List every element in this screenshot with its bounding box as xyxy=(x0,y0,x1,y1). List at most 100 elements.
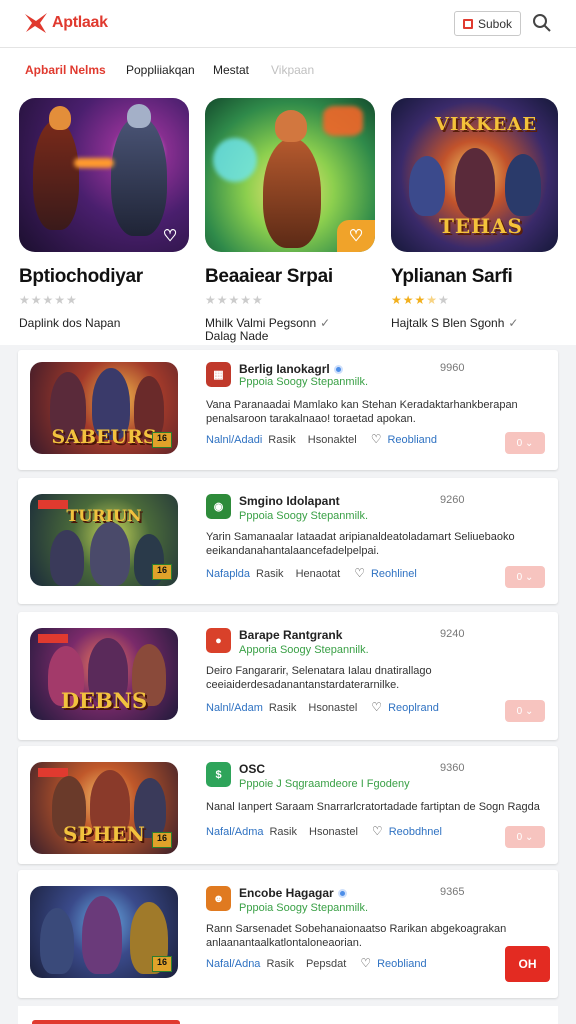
featured-title: Yplianan Sarfi xyxy=(391,266,513,287)
meta-tag: Hsonaktel xyxy=(307,434,357,446)
featured-card[interactable]: ♡ Beaaiear Srpai ★★★★★ Mhilk Valmi Pegso… xyxy=(205,98,375,343)
app-description: Yarin Samanaalar Iataadat aripianaldeato… xyxy=(206,531,515,557)
meta-link[interactable]: Nalnl/Adam xyxy=(206,702,263,714)
heart-icon: ♡ xyxy=(348,228,364,245)
heart-icon[interactable]: ♡ xyxy=(371,432,382,446)
app-logo[interactable]: Aptlaak xyxy=(24,12,108,34)
heart-icon: ♡ xyxy=(162,228,178,245)
app-category: Pppoia Soogy Stepanmilk. xyxy=(239,376,369,388)
app-name: Aptlaak xyxy=(52,14,108,31)
game-thumbnail: SPHEN 16 xyxy=(30,762,178,854)
get-button[interactable]: 0 ⌄ xyxy=(505,700,545,722)
featured-subtitle: Hajtalk S Blen Sgonh ✓ xyxy=(391,317,558,330)
subscribe-label: Subok xyxy=(477,16,513,31)
app-name: OSC xyxy=(239,762,266,776)
featured-subtitle-line2: Dalag Nade xyxy=(205,329,269,343)
meta-action-link[interactable]: Reobdhnel xyxy=(389,826,442,838)
check-icon: ✓ xyxy=(508,316,519,330)
verified-icon xyxy=(337,889,347,899)
heart-badge[interactable]: ♡ xyxy=(151,220,189,252)
meta-rating: Rasik xyxy=(269,826,297,838)
app-description: Rann Sarsenadet Sobehanaionaatso Rarikan… xyxy=(206,923,507,949)
app-description: Deiro Fangararir, Selenatara Ialau dnati… xyxy=(206,665,432,691)
featured-subtitle: Daplink dos Napan xyxy=(19,316,121,330)
search-icon[interactable] xyxy=(532,13,552,33)
age-rating-badge: 16 xyxy=(152,432,172,448)
subscribe-button[interactable]: Subok xyxy=(454,11,521,36)
star-rating: ★★★★★ xyxy=(391,293,450,307)
app-icon: ◉ xyxy=(206,494,231,519)
tab-vikpaan[interactable]: Vikpaan xyxy=(271,63,314,77)
get-button-label: 0 xyxy=(516,437,523,449)
star-rating: ★★★★★ xyxy=(19,293,78,307)
age-rating-badge: 16 xyxy=(152,564,172,580)
heart-icon[interactable]: ♡ xyxy=(371,700,382,714)
meta-action-link[interactable]: Reobliand xyxy=(377,958,427,970)
game-thumbnail: DEBNS xyxy=(30,628,178,720)
featured-subtitle-line: Mhilk Valmi Pegsonn xyxy=(205,316,317,330)
featured-title: Beaaiear Srpai xyxy=(205,266,333,287)
app-size: 9365 xyxy=(440,886,465,898)
featured-section: ♡ Bptiochodiyar ★★★★★ Daplink dos Napan … xyxy=(0,90,576,345)
heart-icon[interactable]: ♡ xyxy=(372,824,383,838)
list-item[interactable]: SPHEN 16 $ OSC Pppoie J Sqgraamdeore I F… xyxy=(18,746,558,864)
check-icon: ✓ xyxy=(320,316,331,330)
game-thumbnail: 16 xyxy=(30,886,178,978)
meta-action-link[interactable]: Reohlinel xyxy=(371,568,417,580)
app-name: Berlig Ianokagrl xyxy=(239,362,343,376)
tab-poppliiakqan[interactable]: Poppliiakqan xyxy=(126,63,195,77)
verified-icon xyxy=(333,365,343,375)
get-button[interactable]: 0 ⌄ xyxy=(505,432,545,454)
art-title-bottom: TEHAS xyxy=(439,214,523,238)
featured-card[interactable]: ♡ Bptiochodiyar ★★★★★ Daplink dos Napan xyxy=(19,98,189,330)
app-meta: Nafal/Adna Rasik Pepsdat ♡ Reobliand xyxy=(206,956,427,970)
meta-rating: Rasik xyxy=(268,702,297,714)
heart-icon[interactable]: ♡ xyxy=(354,566,365,580)
tab-mestat[interactable]: Mestat xyxy=(213,63,249,77)
meta-tag: Hsonastel xyxy=(308,702,358,714)
heart-badge[interactable]: ♡ xyxy=(337,220,375,252)
meta-action-link[interactable]: Reoplrand xyxy=(388,702,439,714)
meta-tag: Henaotat xyxy=(295,568,341,580)
app-category: Pppoie J Sqgraamdeore I Fgodeny xyxy=(239,778,410,790)
featured-card[interactable]: VIKKEAE TEHAS Yplianan Sarfi ★★★★★ Hajta… xyxy=(391,98,558,330)
thumbnail-title: DEBNS xyxy=(60,688,148,713)
meta-link[interactable]: Nafaplda xyxy=(206,568,250,580)
logo-mark-icon xyxy=(25,13,47,33)
list-item[interactable]: TURIUN 16 ◉ Smgino Idolapant Pppoia Soog… xyxy=(18,478,558,604)
app-name-text: Encobe Hagagar xyxy=(239,886,334,900)
app-meta: Nafaplda Rasik Henaotat ♡ Reohlinel xyxy=(206,566,417,580)
get-button-label: 0 xyxy=(516,571,523,583)
app-name-text: Berlig Ianokagrl xyxy=(239,362,330,376)
tab-apbaril-nelms[interactable]: Apbaril Nelms xyxy=(25,63,106,77)
art-title-top: VIKKEAE xyxy=(435,114,538,135)
top-bar: Aptlaak Subok xyxy=(0,0,576,48)
app-category: Pppoia Soogy Stepanmilk. xyxy=(239,510,369,522)
get-button[interactable]: OH xyxy=(505,946,550,982)
list-item[interactable]: SABEURS 16 ▦ Berlig Ianokagrl Pppoia Soo… xyxy=(18,350,558,470)
app-size: 9260 xyxy=(440,494,465,506)
next-list-item xyxy=(18,1006,558,1024)
app-name: Smgino Idolapant xyxy=(239,494,340,508)
meta-tag: Hsonastel xyxy=(309,826,358,838)
app-icon: ▦ xyxy=(206,362,231,387)
meta-tag: Pepsdat xyxy=(305,958,347,970)
meta-action-link[interactable]: Reobliand xyxy=(387,434,437,446)
list-item[interactable]: DEBNS ● Barape Rantgrank Apporia Soogy S… xyxy=(18,612,558,740)
age-rating-badge: 16 xyxy=(152,832,172,848)
bookmark-icon xyxy=(462,18,473,29)
app-category: Pppoia Soogy Stepanmilk. xyxy=(239,902,369,914)
get-button[interactable]: 0 ⌄ xyxy=(505,566,545,588)
app-meta: Nafal/Adma Rasik Hsonastel ♡ Reobdhnel xyxy=(206,824,442,838)
featured-subtitle: Mhilk Valmi Pegsonn ✓ Dalag Nade xyxy=(205,317,375,343)
get-button-label: 0 xyxy=(516,705,523,717)
app-icon: ☻ xyxy=(206,886,231,911)
meta-link[interactable]: Nalnl/Adadi xyxy=(206,434,262,446)
heart-icon[interactable]: ♡ xyxy=(360,956,371,970)
get-button[interactable]: 0 ⌄ xyxy=(505,826,545,848)
app-size: 9960 xyxy=(440,362,465,374)
meta-link[interactable]: Nafal/Adma xyxy=(206,826,263,838)
game-thumbnail: TURIUN 16 xyxy=(30,494,178,586)
list-item[interactable]: 16 ☻ Encobe Hagagar Pppoia Soogy Stepanm… xyxy=(18,870,558,998)
meta-link[interactable]: Nafal/Adna xyxy=(206,958,260,970)
